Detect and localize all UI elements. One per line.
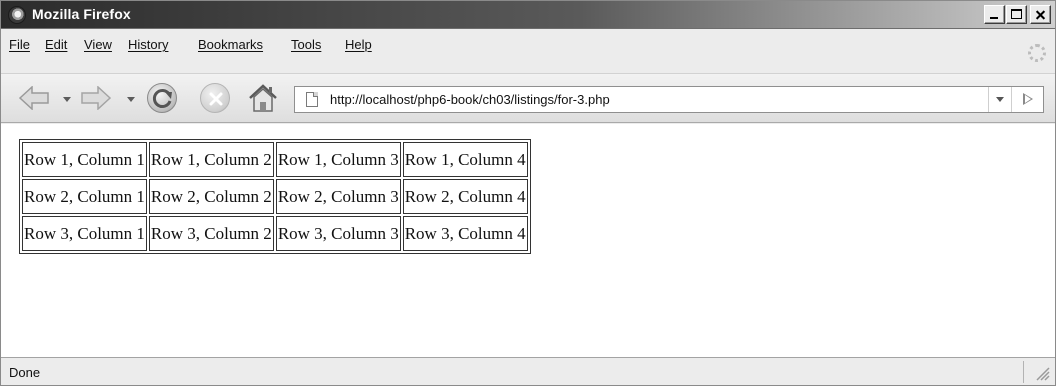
home-icon[interactable] [247,82,279,114]
browser-window: Mozilla Firefox File Edit View History B… [0,0,1056,386]
reload-button[interactable] [147,83,177,113]
table-cell: Row 3, Column 4 [402,216,528,251]
forward-arrow-icon[interactable] [81,86,111,110]
table-row: Row 2, Column 1 Row 2, Column 2 Row 2, C… [22,179,528,214]
window-title: Mozilla Firefox [32,6,131,22]
table-row: Row 1, Column 1 Row 1, Column 2 Row 1, C… [22,142,528,177]
minimize-icon [990,17,998,19]
resize-grip-icon[interactable] [1031,362,1051,382]
table-cell: Row 1, Column 2 [148,142,274,177]
url-history-dropdown[interactable] [988,87,1010,112]
firefox-logo-icon [8,6,26,24]
maximize-icon [1011,9,1022,19]
back-arrow-icon[interactable] [19,86,49,110]
menu-history[interactable]: History [128,37,168,53]
close-button[interactable] [1030,5,1051,24]
table-cell: Row 2, Column 3 [275,179,401,214]
table-cell: Row 2, Column 2 [148,179,274,214]
chevron-down-icon [996,97,1004,102]
minimize-button[interactable] [984,5,1005,24]
go-arrow-icon [1023,93,1033,105]
title-bar: Mozilla Firefox [1,1,1055,29]
table-cell: Row 1, Column 1 [22,142,147,177]
table-cell: Row 2, Column 4 [402,179,528,214]
activity-throbber-icon [1028,44,1046,62]
back-history-chevron-icon[interactable] [63,97,71,102]
table-cell: Row 1, Column 3 [275,142,401,177]
table-cell: Row 3, Column 3 [275,216,401,251]
address-bar[interactable]: http://localhost/php6-book/ch03/listings… [294,86,1044,113]
table-cell: Row 1, Column 4 [402,142,528,177]
page-icon [306,92,318,107]
stop-icon [209,92,223,106]
navigation-toolbar: http://localhost/php6-book/ch03/listings… [1,73,1055,123]
menu-bookmarks[interactable]: Bookmarks [198,37,263,53]
menu-help[interactable]: Help [345,37,372,53]
data-table: Row 1, Column 1 Row 1, Column 2 Row 1, C… [19,139,531,254]
url-input[interactable]: http://localhost/php6-book/ch03/listings… [330,92,610,108]
table-cell: Row 2, Column 1 [22,179,147,214]
table-cell: Row 3, Column 1 [22,216,147,251]
table-cell: Row 3, Column 2 [148,216,274,251]
menu-tools[interactable]: Tools [291,37,321,53]
menu-view[interactable]: View [84,37,112,53]
status-divider [1023,361,1024,383]
status-text: Done [9,365,41,380]
close-icon [1031,6,1050,23]
maximize-button[interactable] [1006,5,1027,24]
status-bar: Done [1,357,1055,385]
table-row: Row 3, Column 1 Row 3, Column 2 Row 3, C… [22,216,528,251]
menu-file[interactable]: File [9,37,30,53]
reload-icon [152,89,172,108]
page-content: Row 1, Column 1 Row 1, Column 2 Row 1, C… [1,124,1055,357]
go-button[interactable] [1011,87,1043,112]
menu-bar: File Edit View History Bookmarks Tools H… [1,29,1055,60]
forward-history-chevron-icon[interactable] [127,97,135,102]
stop-button[interactable] [200,83,230,113]
menu-edit[interactable]: Edit [45,37,67,53]
